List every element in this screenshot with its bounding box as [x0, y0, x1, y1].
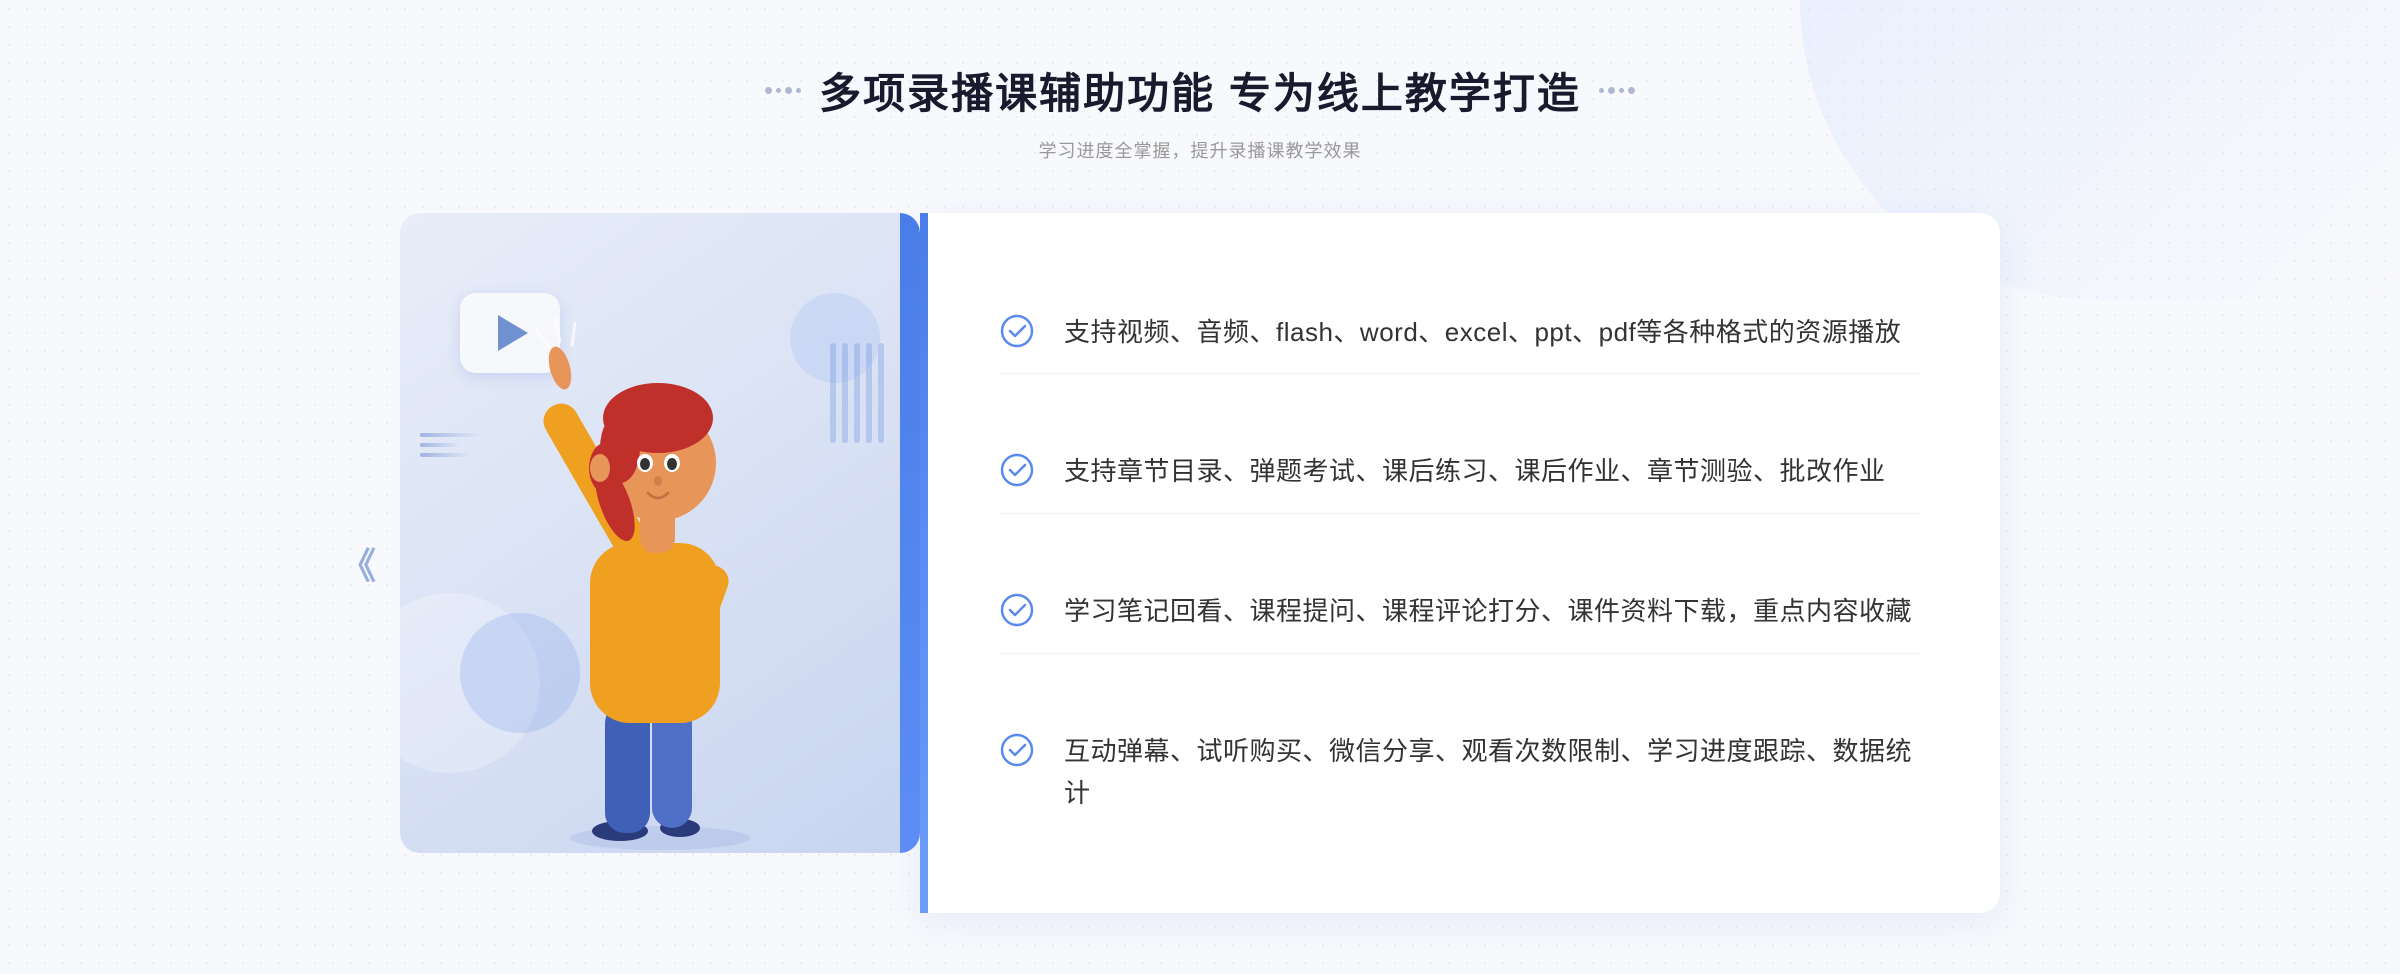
feature-text-1: 支持视频、音频、flash、word、excel、ppt、pdf等各种格式的资源…: [1064, 312, 1901, 354]
hl-line-3: [420, 453, 470, 457]
hl-line-2: [420, 443, 460, 447]
hl-line-1: [420, 433, 480, 437]
feature-item-2: 支持章节目录、弹题考试、课后练习、课后作业、章节测验、批改作业: [1000, 431, 1920, 514]
card-panel-wrapper: 支持视频、音频、flash、word、excel、ppt、pdf等各种格式的资源…: [400, 213, 2000, 913]
check-icon-4: [1000, 733, 1034, 767]
check-icon-1: [1000, 314, 1034, 348]
main-content: 《: [400, 213, 2000, 913]
feature-item-1: 支持视频、音频、flash、word、excel、ppt、pdf等各种格式的资源…: [1000, 292, 1920, 375]
check-icon-2: [1000, 453, 1034, 487]
check-icon-3: [1000, 593, 1034, 627]
feature-text-3: 学习笔记回看、课程提问、课程评论打分、课件资料下载，重点内容收藏: [1064, 591, 1912, 633]
accent-bar: [920, 213, 928, 913]
features-panel: 支持视频、音频、flash、word、excel、ppt、pdf等各种格式的资源…: [920, 213, 2000, 913]
chevron-icon: 《: [340, 545, 376, 586]
feature-item-3: 学习笔记回看、课程提问、课程评论打分、课件资料下载，重点内容收藏: [1000, 571, 1920, 654]
page-subtitle: 学习进度全掌握，提升录播课教学效果: [765, 137, 1635, 163]
page-wrapper: 多项录播课辅助功能 专为线上教学打造 学习进度全掌握，提升录播课教学效果 《: [0, 0, 2400, 974]
blue-accent-bar: [900, 213, 920, 853]
feature-item-4: 互动弹幕、试听购买、微信分享、观看次数限制、学习进度跟踪、数据统计: [1000, 711, 1920, 834]
left-chevron-decoration: 《: [340, 537, 376, 589]
figure-illustration: [500, 273, 820, 853]
stripe-decoration: [830, 343, 900, 443]
page-title: 多项录播课辅助功能 专为线上教学打造: [819, 60, 1581, 121]
feature-text-4: 互动弹幕、试听购买、微信分享、观看次数限制、学习进度跟踪、数据统计: [1064, 731, 1920, 814]
title-row: 多项录播课辅助功能 专为线上教学打造: [765, 60, 1635, 121]
highlight-lines: [420, 433, 480, 457]
decorative-dots-left: [765, 87, 801, 94]
illustration-card: [400, 213, 920, 913]
feature-text-2: 支持章节目录、弹题考试、课后练习、课后作业、章节测验、批改作业: [1064, 451, 1886, 493]
header-section: 多项录播课辅助功能 专为线上教学打造 学习进度全掌握，提升录播课教学效果: [765, 0, 1635, 163]
illustration-inner: [400, 213, 920, 853]
decorative-dots-right: [1599, 87, 1635, 94]
